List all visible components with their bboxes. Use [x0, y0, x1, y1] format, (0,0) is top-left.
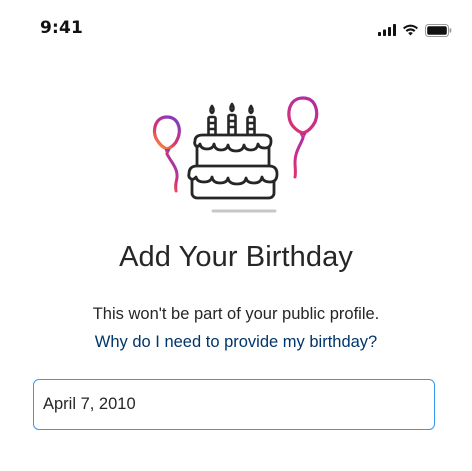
left-balloon-icon — [152, 115, 181, 193]
candles-icon — [207, 102, 256, 137]
status-icons — [378, 22, 452, 38]
page-title: Add Your Birthday — [119, 241, 353, 273]
cellular-signal-icon — [378, 24, 396, 36]
why-birthday-link[interactable]: Why do I need to provide my birthday? — [0, 333, 472, 352]
battery-icon — [425, 23, 452, 37]
status-time: 9:41 — [40, 18, 84, 38]
birthday-input[interactable] — [33, 379, 435, 430]
birthday-cake-illustration — [145, 94, 330, 219]
wifi-icon — [403, 24, 418, 36]
right-balloon-icon — [287, 96, 319, 179]
status-bar: 9:41 — [0, 0, 472, 56]
subtitle: This won't be part of your public profil… — [92, 305, 380, 323]
cake-icon — [187, 133, 279, 200]
